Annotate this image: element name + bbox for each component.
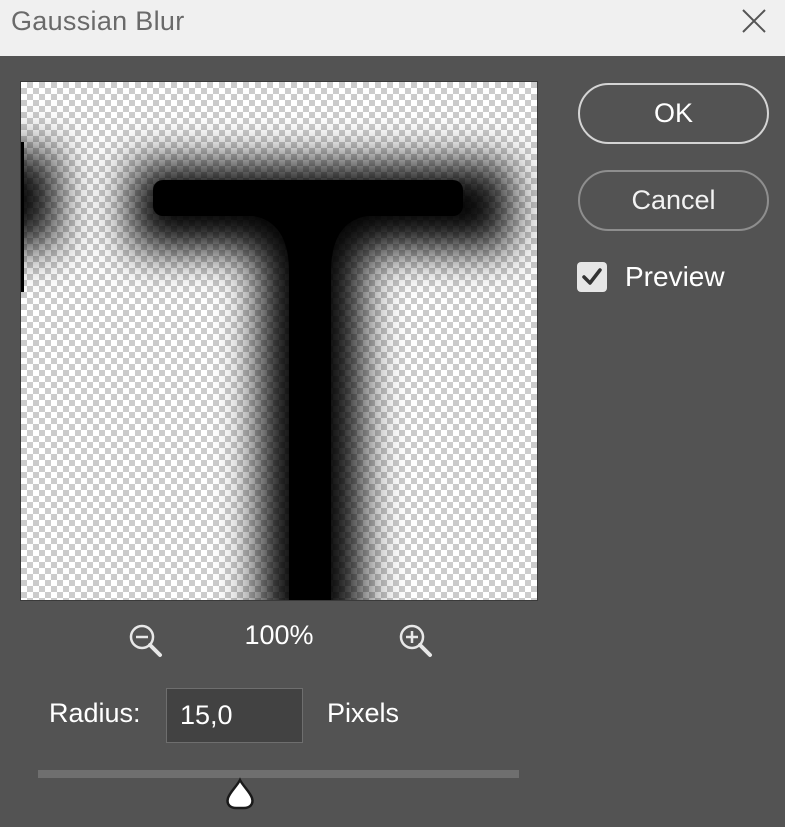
radius-slider-track[interactable]: [38, 770, 519, 778]
dialog-title: Gaussian Blur: [11, 6, 185, 36]
slider-thumb-icon: [226, 777, 254, 810]
radius-label: Radius:: [49, 698, 141, 728]
close-button[interactable]: [723, 0, 785, 42]
checkbox-box[interactable]: [577, 262, 607, 292]
close-icon: [742, 9, 766, 33]
preview-label: Preview: [625, 261, 725, 292]
radius-slider-thumb[interactable]: [224, 777, 256, 811]
radius-input[interactable]: 15,0: [166, 688, 303, 743]
zoom-in-button[interactable]: [397, 622, 433, 658]
ok-button[interactable]: OK: [578, 83, 769, 144]
zoom-in-icon: [399, 624, 432, 657]
zoom-level: 100%: [244, 620, 314, 650]
blurred-letter-preview: [21, 142, 511, 600]
blur-preview-canvas[interactable]: [20, 81, 538, 601]
title-bar: Gaussian Blur: [0, 0, 785, 56]
zoom-out-icon: [129, 624, 162, 657]
cancel-button[interactable]: Cancel: [578, 170, 769, 231]
radius-unit-label: Pixels: [327, 698, 400, 728]
zoom-out-button[interactable]: [127, 622, 163, 658]
checkmark-icon: [582, 268, 602, 285]
preview-checkbox[interactable]: Preview: [577, 260, 725, 294]
